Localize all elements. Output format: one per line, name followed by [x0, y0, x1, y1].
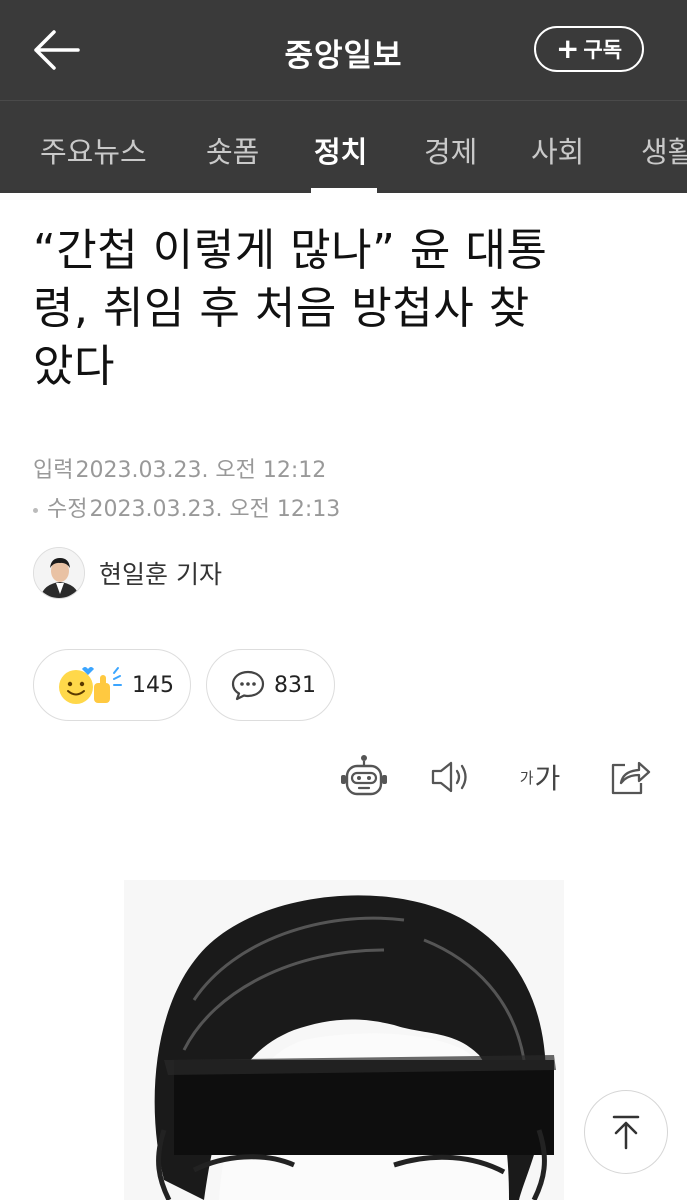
reporter-byline[interactable]: 현일훈 기자 [33, 546, 222, 600]
smile-thumbs-up-icon [59, 667, 122, 704]
robot-icon [341, 755, 387, 796]
like-reaction-button[interactable]: 145 [33, 649, 191, 721]
tab-politics[interactable]: 정치 [314, 129, 367, 171]
modified-date: 수정2023.03.23. 오전 12:13 [33, 491, 340, 523]
speaker-icon [431, 761, 467, 793]
reporter-name: 현일훈 기자 [99, 560, 222, 589]
article-headline: “간첩 이렇게 많나” 윤 대통 령, 취임 후 처음 방첩사 찾 았다 [33, 222, 653, 396]
plus-icon: + [555, 32, 580, 65]
share-icon [611, 761, 651, 795]
tab-main-news[interactable]: 주요뉴스 [40, 129, 147, 171]
headline-line: 령, 취임 후 처음 방첩사 찾 [33, 283, 530, 334]
tab-society[interactable]: 사회 [531, 129, 584, 171]
tab-life[interactable]: 생활 [641, 129, 687, 171]
headline-line: 았다 [33, 341, 115, 392]
modified-label: 수정 [47, 497, 88, 522]
published-label: 입력 [33, 458, 74, 483]
scroll-to-top-button[interactable] [584, 1090, 668, 1174]
comment-button[interactable]: 831 [206, 649, 335, 721]
subscribe-label: 구독 [583, 38, 623, 62]
subscribe-button[interactable]: + 구독 [534, 26, 644, 72]
arrow-up-icon [612, 1115, 640, 1150]
reporter-avatar [33, 547, 85, 599]
active-tab-indicator [311, 188, 377, 193]
modified-value: 2023.03.23. 오전 12:13 [89, 497, 341, 522]
font-size-small-glyph: 가 [519, 768, 534, 787]
font-size-button[interactable]: 가가 [514, 752, 566, 802]
comment-bubble-icon [231, 670, 265, 701]
section-tab-bar: 주요뉴스 숏폼 정치 경제 사회 생활 [0, 100, 687, 193]
comment-count: 831 [274, 672, 316, 698]
font-size-large-glyph: 가 [534, 762, 561, 795]
published-date: 입력2023.03.23. 오전 12:12 [33, 452, 326, 484]
listen-article-button[interactable] [428, 752, 474, 802]
published-value: 2023.03.23. 오전 12:12 [75, 458, 327, 483]
tab-shortform[interactable]: 숏폼 [206, 129, 259, 171]
headline-line: “간첩 이렇게 많나” 윤 대통 [33, 225, 548, 276]
bullet-dot [33, 507, 38, 513]
like-count: 145 [132, 672, 174, 698]
tab-economy[interactable]: 경제 [424, 129, 477, 171]
ai-summary-button[interactable] [338, 752, 390, 802]
share-button[interactable] [606, 752, 652, 802]
article-illustration-image [124, 880, 564, 1200]
top-app-bar: 중앙일보 + 구독 [0, 0, 687, 100]
